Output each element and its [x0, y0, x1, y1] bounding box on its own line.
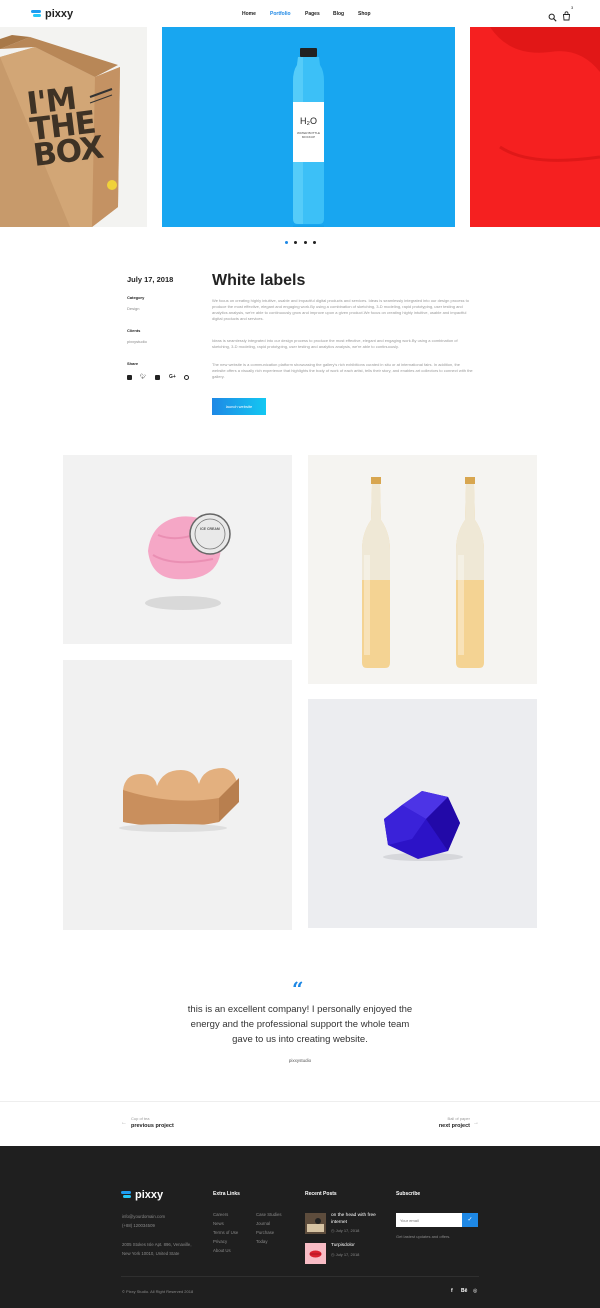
bottle-label-sub: WATER BOTTLE MOCKUP [296, 131, 320, 139]
project-title: White labels [212, 272, 306, 289]
quote-icon: “ [292, 977, 304, 1001]
footer-link[interactable]: Privacy [213, 1239, 227, 1244]
behance-icon[interactable]: Bē [461, 1288, 467, 1294]
category-value: Design [127, 306, 140, 311]
carousel-dot[interactable] [304, 241, 307, 244]
clients-value: pixxystudio [127, 339, 147, 344]
post-date-text: July 17, 2018 [335, 1228, 360, 1233]
subscribe-email-input[interactable] [396, 1213, 462, 1227]
post-title[interactable]: on the head with free internet [331, 1213, 386, 1226]
logo-icon [121, 1190, 131, 1200]
gallery-image-polyhedron[interactable] [308, 699, 537, 928]
dribbble-icon[interactable]: ◎ [473, 1288, 477, 1294]
divider [0, 1101, 600, 1102]
gallery-image-bottles[interactable] [308, 455, 537, 684]
footer-link[interactable]: Terms of Use [213, 1230, 238, 1235]
category-label: Category [127, 295, 145, 300]
polyhedron-image [383, 791, 463, 861]
shirt-image [470, 27, 600, 227]
footer-link[interactable]: Today [256, 1239, 267, 1244]
carousel-dot[interactable] [294, 241, 297, 244]
facebook-icon[interactable] [155, 375, 160, 380]
facebook-icon[interactable]: f [451, 1288, 453, 1294]
footer-email[interactable]: info@yourdomain.com [122, 1214, 165, 1219]
search-icon[interactable] [548, 9, 557, 27]
subscribe-title: Subscribe [396, 1191, 421, 1197]
subscribe-button[interactable]: ✓ [462, 1213, 478, 1227]
copyright: © Pixxy Studio. All Right Reserved 2018 [122, 1289, 194, 1294]
post-date-text: July 17, 2018 [335, 1252, 360, 1257]
carousel-slide-bottle[interactable]: H₂O WATER BOTTLE MOCKUP [162, 27, 455, 227]
testimonial-text: this is an excellent company! I personal… [187, 1004, 413, 1045]
footer-link[interactable]: Case Studies [256, 1212, 282, 1217]
carousel-dot[interactable] [285, 241, 288, 244]
nav-pages[interactable]: Pages [305, 11, 320, 17]
google-plus-icon[interactable]: G+ [169, 374, 176, 380]
project-paragraph: We focus on creating highly intuitive, u… [212, 298, 469, 321]
prev-project-link[interactable]: previous project [131, 1123, 174, 1129]
water-bottle-image [293, 48, 324, 227]
post-thumbnail[interactable] [305, 1243, 326, 1264]
carousel-dot[interactable] [313, 241, 316, 244]
nav-home[interactable]: Home [242, 11, 256, 17]
footer-phone[interactable]: (+88) 120034509 [122, 1223, 155, 1228]
logo[interactable]: pixxy [31, 8, 73, 20]
extra-links-title: Extra Links [213, 1191, 240, 1197]
project-paragraph: The new website is a communication platf… [212, 362, 473, 379]
post-title[interactable]: Turpisdolor [331, 1243, 355, 1248]
footer-link[interactable]: About Us [213, 1248, 231, 1253]
recent-posts-title: Recent Posts [305, 1191, 337, 1197]
post-date: ◷ July 17, 2018 [331, 1228, 360, 1233]
stamp-text: ICE CREAM [200, 527, 220, 531]
chevron-right-icon[interactable]: → [473, 1120, 479, 1126]
footer-link[interactable]: Journal [256, 1221, 270, 1226]
nav-portfolio[interactable]: Portfolio [270, 11, 291, 17]
prev-project-name: Cup of tea [131, 1116, 150, 1121]
wood-blocks-image [119, 768, 239, 832]
nav-blog[interactable]: Blog [333, 11, 344, 17]
logo-text: pixxy [45, 8, 74, 20]
footer-link[interactable]: News [213, 1221, 224, 1226]
carousel-slide-shirt[interactable] [470, 27, 600, 227]
footer-logo[interactable]: pixxy [121, 1189, 163, 1201]
bottle-label-main: H₂O [300, 116, 317, 126]
testimonial-author: pixxystudio [288, 1058, 312, 1063]
footer-logo-text: pixxy [135, 1189, 164, 1201]
cart-count-badge: 3 [571, 5, 574, 10]
footer-link[interactable]: Purchase [256, 1230, 274, 1235]
project-paragraph: Ideas is seamlessly integrated into our … [212, 338, 458, 349]
post-date: ◷ July 17, 2018 [331, 1252, 360, 1257]
nav-shop[interactable]: Shop [358, 11, 371, 17]
icecream-image [145, 513, 231, 610]
logo-icon [31, 9, 41, 19]
clients-label: Clients [127, 328, 141, 333]
gallery-image-icecream[interactable]: ICE CREAM [63, 455, 292, 644]
pinterest-icon[interactable] [184, 375, 189, 380]
twitter-icon[interactable]: 🐦︎ [140, 374, 146, 380]
beer-bottles-image [362, 477, 484, 668]
footer-address: New York 10010, United State [122, 1251, 180, 1256]
chevron-left-icon[interactable]: ← [121, 1120, 127, 1126]
launch-website-button[interactable]: launch website [212, 398, 266, 415]
gallery-image-wood[interactable] [63, 660, 292, 930]
carousel-slide-box[interactable]: I'M THE BOX [0, 27, 147, 227]
next-project-name: Ball of paper [447, 1116, 470, 1121]
footer-address: 2005 Stokes Isle Apt. 896, Venaville, [122, 1242, 192, 1247]
check-icon: ✓ [467, 1217, 473, 1223]
linkedin-icon[interactable] [127, 375, 132, 380]
subscribe-note: Get lastest updates and offers. [396, 1234, 451, 1239]
footer-link[interactable]: Careers [213, 1212, 228, 1217]
footer [0, 1146, 600, 1308]
cart-icon[interactable] [562, 8, 571, 26]
next-project-link[interactable]: next project [410, 1123, 470, 1129]
project-date: July 17, 2018 [127, 275, 174, 284]
footer-divider [121, 1276, 479, 1277]
post-thumbnail[interactable] [305, 1213, 326, 1234]
box-text: I'M THE BOX [24, 80, 105, 174]
share-label: Share [127, 361, 139, 366]
